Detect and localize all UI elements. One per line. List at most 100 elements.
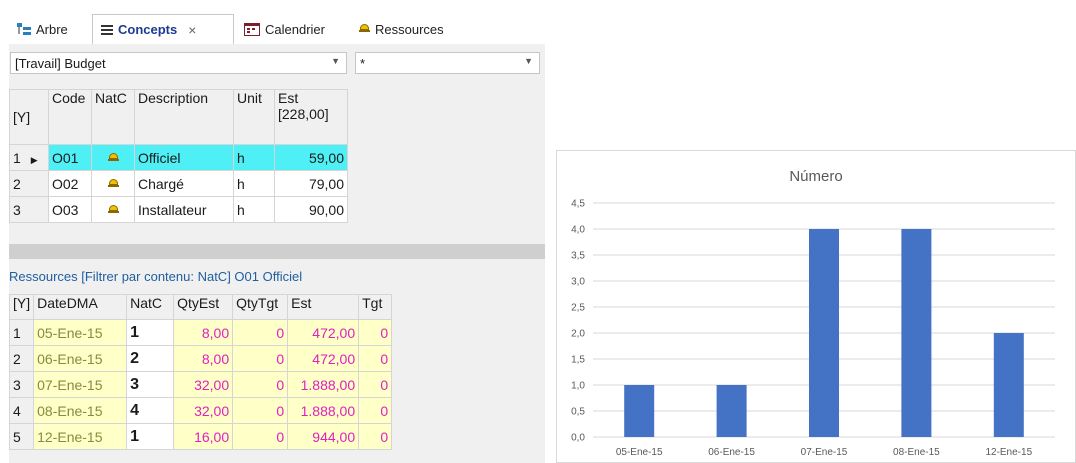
- col-header-code[interactable]: Code: [48, 89, 92, 145]
- cell-natc[interactable]: [91, 144, 135, 171]
- filter-select[interactable]: * ▼: [355, 52, 540, 74]
- table-row[interactable]: 2 O02 Chargé h 79,00: [9, 170, 348, 197]
- cell-tgt[interactable]: 0: [358, 345, 393, 372]
- cell-natc[interactable]: 4: [126, 397, 175, 424]
- table-row[interactable]: 4 08-Ene-15 4 32,00 0 1.888,00 0: [8, 397, 393, 424]
- col-header-qtyest[interactable]: QtyEst: [173, 294, 234, 320]
- table-row[interactable]: 5 12-Ene-15 1 16,00 0 944,00 0: [8, 423, 393, 450]
- list-icon: [101, 24, 113, 35]
- hardhat-icon: [107, 204, 119, 215]
- col-header-rownum[interactable]: [Y]: [8, 294, 35, 320]
- cell-qtytgt[interactable]: 0: [232, 345, 289, 372]
- col-header-description[interactable]: Description: [134, 89, 234, 145]
- hardhat-icon: [107, 178, 119, 189]
- col-header-unit[interactable]: Unit: [233, 89, 275, 145]
- x-tick-label: 08-Ene-15: [893, 447, 940, 458]
- table-row[interactable]: 3 07-Ene-15 3 32,00 0 1.888,00 0: [8, 371, 393, 398]
- hardhat-icon: [359, 24, 370, 34]
- cell-code[interactable]: O02: [48, 170, 92, 197]
- tab-concepts[interactable]: Concepts ×: [92, 14, 234, 44]
- cell-qtytgt[interactable]: 0: [232, 397, 289, 424]
- table-row[interactable]: 1 ▶ O01 Officiel h 59,00: [9, 144, 348, 171]
- cell-natc[interactable]: 2: [126, 345, 175, 372]
- tab-arbre[interactable]: Arbre: [9, 14, 91, 44]
- col-header-natc[interactable]: NatC: [91, 89, 135, 145]
- cell-natc[interactable]: 3: [126, 371, 175, 398]
- cell-unit[interactable]: h: [233, 144, 275, 171]
- cell-est[interactable]: 472,00: [287, 319, 360, 346]
- cell-description[interactable]: Officiel: [134, 144, 234, 171]
- bar: [716, 385, 747, 437]
- cell-date[interactable]: 12-Ene-15: [33, 423, 128, 450]
- cell-tgt[interactable]: 0: [358, 371, 393, 398]
- cell-description[interactable]: Installateur: [134, 196, 234, 223]
- panel-splitter[interactable]: [9, 244, 545, 259]
- cell-est[interactable]: 1.888,00: [287, 371, 360, 398]
- cell-natc[interactable]: [91, 196, 135, 223]
- col-header-qtytgt[interactable]: QtyTgt: [232, 294, 289, 320]
- cell-qtyest[interactable]: 32,00: [173, 371, 234, 398]
- cell-qtyest[interactable]: 8,00: [173, 319, 234, 346]
- cell-qtytgt[interactable]: 0: [232, 371, 289, 398]
- concepts-table: [Y] Code NatC Description Unit Est [228,…: [9, 89, 348, 223]
- y-tick-label: 0,5: [571, 407, 585, 418]
- close-icon[interactable]: ×: [188, 22, 196, 38]
- tab-label: Arbre: [36, 21, 68, 37]
- bar: [624, 385, 655, 437]
- budget-select[interactable]: [Travail] Budget ▼: [10, 52, 347, 74]
- cell-code[interactable]: O01: [48, 144, 92, 171]
- budget-select-value: [Travail] Budget: [15, 55, 106, 71]
- tab-calendrier[interactable]: Calendrier: [236, 14, 351, 44]
- cell-est[interactable]: 944,00: [287, 423, 360, 450]
- cell-date[interactable]: 07-Ene-15: [33, 371, 128, 398]
- cell-natc[interactable]: 1: [126, 423, 175, 450]
- col-header-tgt[interactable]: Tgt: [358, 294, 393, 320]
- x-tick-label: 12-Ene-15: [985, 447, 1032, 458]
- cell-unit[interactable]: h: [233, 196, 275, 223]
- tab-bar: Arbre Concepts × Calendrier Ressources: [9, 14, 545, 44]
- table-row[interactable]: 3 O03 Installateur h 90,00: [9, 196, 348, 223]
- col-header-rownum[interactable]: [Y]: [9, 89, 49, 145]
- col-header-date[interactable]: DateDMA: [33, 294, 128, 320]
- cell-code[interactable]: O03: [48, 196, 92, 223]
- col-header-natc[interactable]: NatC: [126, 294, 175, 320]
- cell-unit[interactable]: h: [233, 170, 275, 197]
- calendar-icon: [244, 22, 260, 36]
- tab-ressources[interactable]: Ressources: [351, 14, 475, 44]
- cell-description[interactable]: Chargé: [134, 170, 234, 197]
- cell-qtytgt[interactable]: 0: [232, 423, 289, 450]
- col-header-est[interactable]: Est [228,00]: [274, 89, 348, 145]
- bar: [993, 333, 1024, 437]
- tab-label: Concepts: [118, 22, 178, 37]
- cell-date[interactable]: 06-Ene-15: [33, 345, 128, 372]
- row-number: 2: [9, 170, 49, 197]
- cell-date[interactable]: 05-Ene-15: [33, 319, 128, 346]
- cell-qtytgt[interactable]: 0: [232, 319, 289, 346]
- cell-est[interactable]: 1.888,00: [287, 397, 360, 424]
- cell-qtyest[interactable]: 32,00: [173, 397, 234, 424]
- cell-est[interactable]: 79,00: [274, 170, 348, 197]
- chevron-down-icon: ▼: [331, 56, 340, 66]
- filter-select-value: *: [360, 55, 366, 71]
- cell-tgt[interactable]: 0: [358, 397, 393, 424]
- cell-qtyest[interactable]: 16,00: [173, 423, 234, 450]
- bar: [809, 229, 839, 437]
- x-tick-label: 07-Ene-15: [801, 447, 848, 458]
- cell-est[interactable]: 90,00: [274, 196, 348, 223]
- left-panel: Arbre Concepts × Calendrier Ressources […: [0, 0, 545, 463]
- cell-tgt[interactable]: 0: [358, 423, 393, 450]
- row-number: 4: [8, 397, 35, 424]
- cell-est[interactable]: 472,00: [287, 345, 360, 372]
- table-row[interactable]: 2 06-Ene-15 2 8,00 0 472,00 0: [8, 345, 393, 372]
- cell-date[interactable]: 08-Ene-15: [33, 397, 128, 424]
- tree-icon: [17, 23, 31, 35]
- bar: [901, 229, 932, 437]
- cell-natc[interactable]: [91, 170, 135, 197]
- cell-qtyest[interactable]: 8,00: [173, 345, 234, 372]
- chart-canvas: Número 0,0 0,5 1,0 1,5 2,0 2,5 3,0 3,5 4,0 4,5 05-E…: [571, 168, 1055, 458]
- cell-natc[interactable]: 1: [126, 319, 175, 346]
- cell-tgt[interactable]: 0: [358, 319, 393, 346]
- cell-est[interactable]: 59,00: [274, 144, 348, 171]
- col-header-est[interactable]: Est: [287, 294, 360, 320]
- table-row[interactable]: 1 05-Ene-15 1 8,00 0 472,00 0: [8, 319, 393, 346]
